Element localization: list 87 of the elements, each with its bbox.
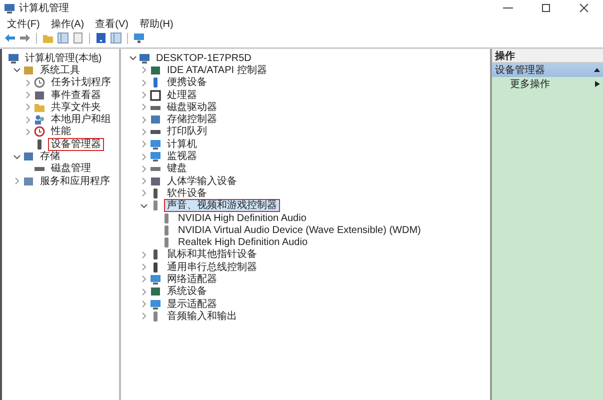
tree-item[interactable]: 本地用户和组 [48,113,114,126]
tree-item[interactable]: 声音、视频和游戏控制器 [164,199,280,212]
tree-item[interactable]: Realtek High Definition Audio [175,236,311,250]
expand-chevron-icon[interactable] [24,116,32,124]
expand-chevron-icon[interactable] [140,66,148,74]
tree-item[interactable]: 事件查看器 [48,88,104,102]
tree-item[interactable]: 显示适配器 [164,298,220,311]
expand-chevron-icon[interactable] [140,128,148,136]
monitor-icon [150,151,161,162]
gauge-icon [34,126,45,138]
tree-item[interactable]: 磁盘驱动器 [164,100,220,114]
expand-chevron-icon[interactable] [140,312,148,320]
expand-chevron-icon[interactable] [24,103,32,112]
tree-item[interactable]: 计算机 [164,138,200,151]
tree-item[interactable]: 处理器 [164,88,200,102]
expand-chevron-icon[interactable] [140,288,148,296]
monitor-icon [150,298,161,310]
tree-item[interactable]: 通用串行总线控制器 [164,260,260,274]
expand-chevron-icon[interactable] [140,152,148,161]
tree-item[interactable]: 任务计划程序 [48,76,114,90]
collapse-chevron-icon[interactable] [140,202,148,210]
tree-item[interactable]: 键盘 [164,162,190,176]
tree-item[interactable]: 服务和应用程序 [37,174,113,188]
expand-chevron-icon[interactable] [140,164,148,173]
expand-chevron-icon[interactable] [24,128,32,136]
expand-chevron-icon[interactable] [24,78,32,87]
folder-icon [34,102,45,113]
tree-item[interactable]: 系统工具 [37,64,83,77]
app-icon [4,2,15,14]
tree-item[interactable]: IDE ATA/ATAPI 控制器 [164,64,270,77]
menu-item[interactable]: 帮助(H) [139,16,174,30]
tree-item[interactable]: 音频输入和输出 [164,310,240,323]
clock-icon [34,77,45,88]
actions-header: 操作 [492,49,603,63]
collapse-chevron-icon[interactable] [13,66,21,74]
tree-item[interactable]: NVIDIA Virtual Audio Device (Wave Extensible) (WDM) [175,224,424,237]
tree-item[interactable]: 软件设备 [164,186,210,200]
collapse-chevron-icon[interactable] [129,54,137,62]
expand-chevron-icon[interactable] [13,177,21,186]
submenu-triangle-icon [595,81,600,87]
collapse-chevron-icon[interactable] [13,152,21,161]
tree-item[interactable]: 磁盘管理 [48,162,94,176]
monitor-icon [150,138,161,150]
tree-item[interactable]: 监视器 [164,150,200,164]
tree-item[interactable]: 人体学输入设备 [164,174,240,188]
back-icon[interactable] [4,32,16,44]
tree-item[interactable]: 存储控制器 [164,113,220,126]
computer-icon [139,52,150,64]
tree-item[interactable]: 存储 [37,150,63,164]
monitor-icon[interactable] [133,32,145,44]
expand-chevron-icon[interactable] [140,263,148,272]
window-title: 计算机管理 [19,2,69,15]
expand-chevron-icon[interactable] [140,250,148,259]
users-icon [34,114,45,126]
tree-item[interactable]: 设备管理器 [48,138,104,151]
tree-item[interactable]: 便携设备 [164,76,210,90]
sheet-icon[interactable] [72,32,84,44]
panel-icon[interactable] [57,32,69,44]
expand-chevron-icon[interactable] [140,189,148,198]
collapse-triangle-icon[interactable] [594,67,600,73]
menu-item[interactable]: 查看(V) [95,16,128,30]
tree-item[interactable]: 系统设备 [164,285,210,298]
expand-chevron-icon[interactable] [140,300,148,308]
tree-item[interactable]: DESKTOP-1E7PR5D [153,52,254,65]
panel-icon[interactable] [110,32,122,44]
expand-chevron-icon[interactable] [140,91,148,100]
tree-item[interactable]: 共享文件夹 [48,100,104,114]
tree-item[interactable]: 性能 [48,125,74,138]
expand-chevron-icon[interactable] [140,177,148,186]
action-link[interactable]: 更多操作 [510,77,550,91]
forward-icon[interactable] [19,32,31,44]
tree-item[interactable]: NVIDIA High Definition Audio [175,212,310,225]
expand-chevron-icon[interactable] [140,275,148,284]
expand-chevron-icon[interactable] [140,78,148,87]
menu-item[interactable]: 文件(F) [7,16,40,30]
tree-item[interactable]: 鼠标和其他指针设备 [164,248,260,262]
computer-icon [8,52,19,64]
tree-item[interactable]: 计算机管理(本地) [22,52,105,65]
expand-chevron-icon[interactable] [140,140,148,148]
tree-item[interactable]: 打印队列 [164,125,210,138]
tree-item[interactable]: 网络适配器 [164,273,220,286]
expand-chevron-icon[interactable] [24,91,32,100]
menu-item[interactable]: 操作(A) [50,16,84,30]
folder-icon[interactable] [42,32,54,44]
expand-chevron-icon[interactable] [140,116,148,124]
expand-chevron-icon[interactable] [140,103,148,112]
network-icon [150,274,161,285]
